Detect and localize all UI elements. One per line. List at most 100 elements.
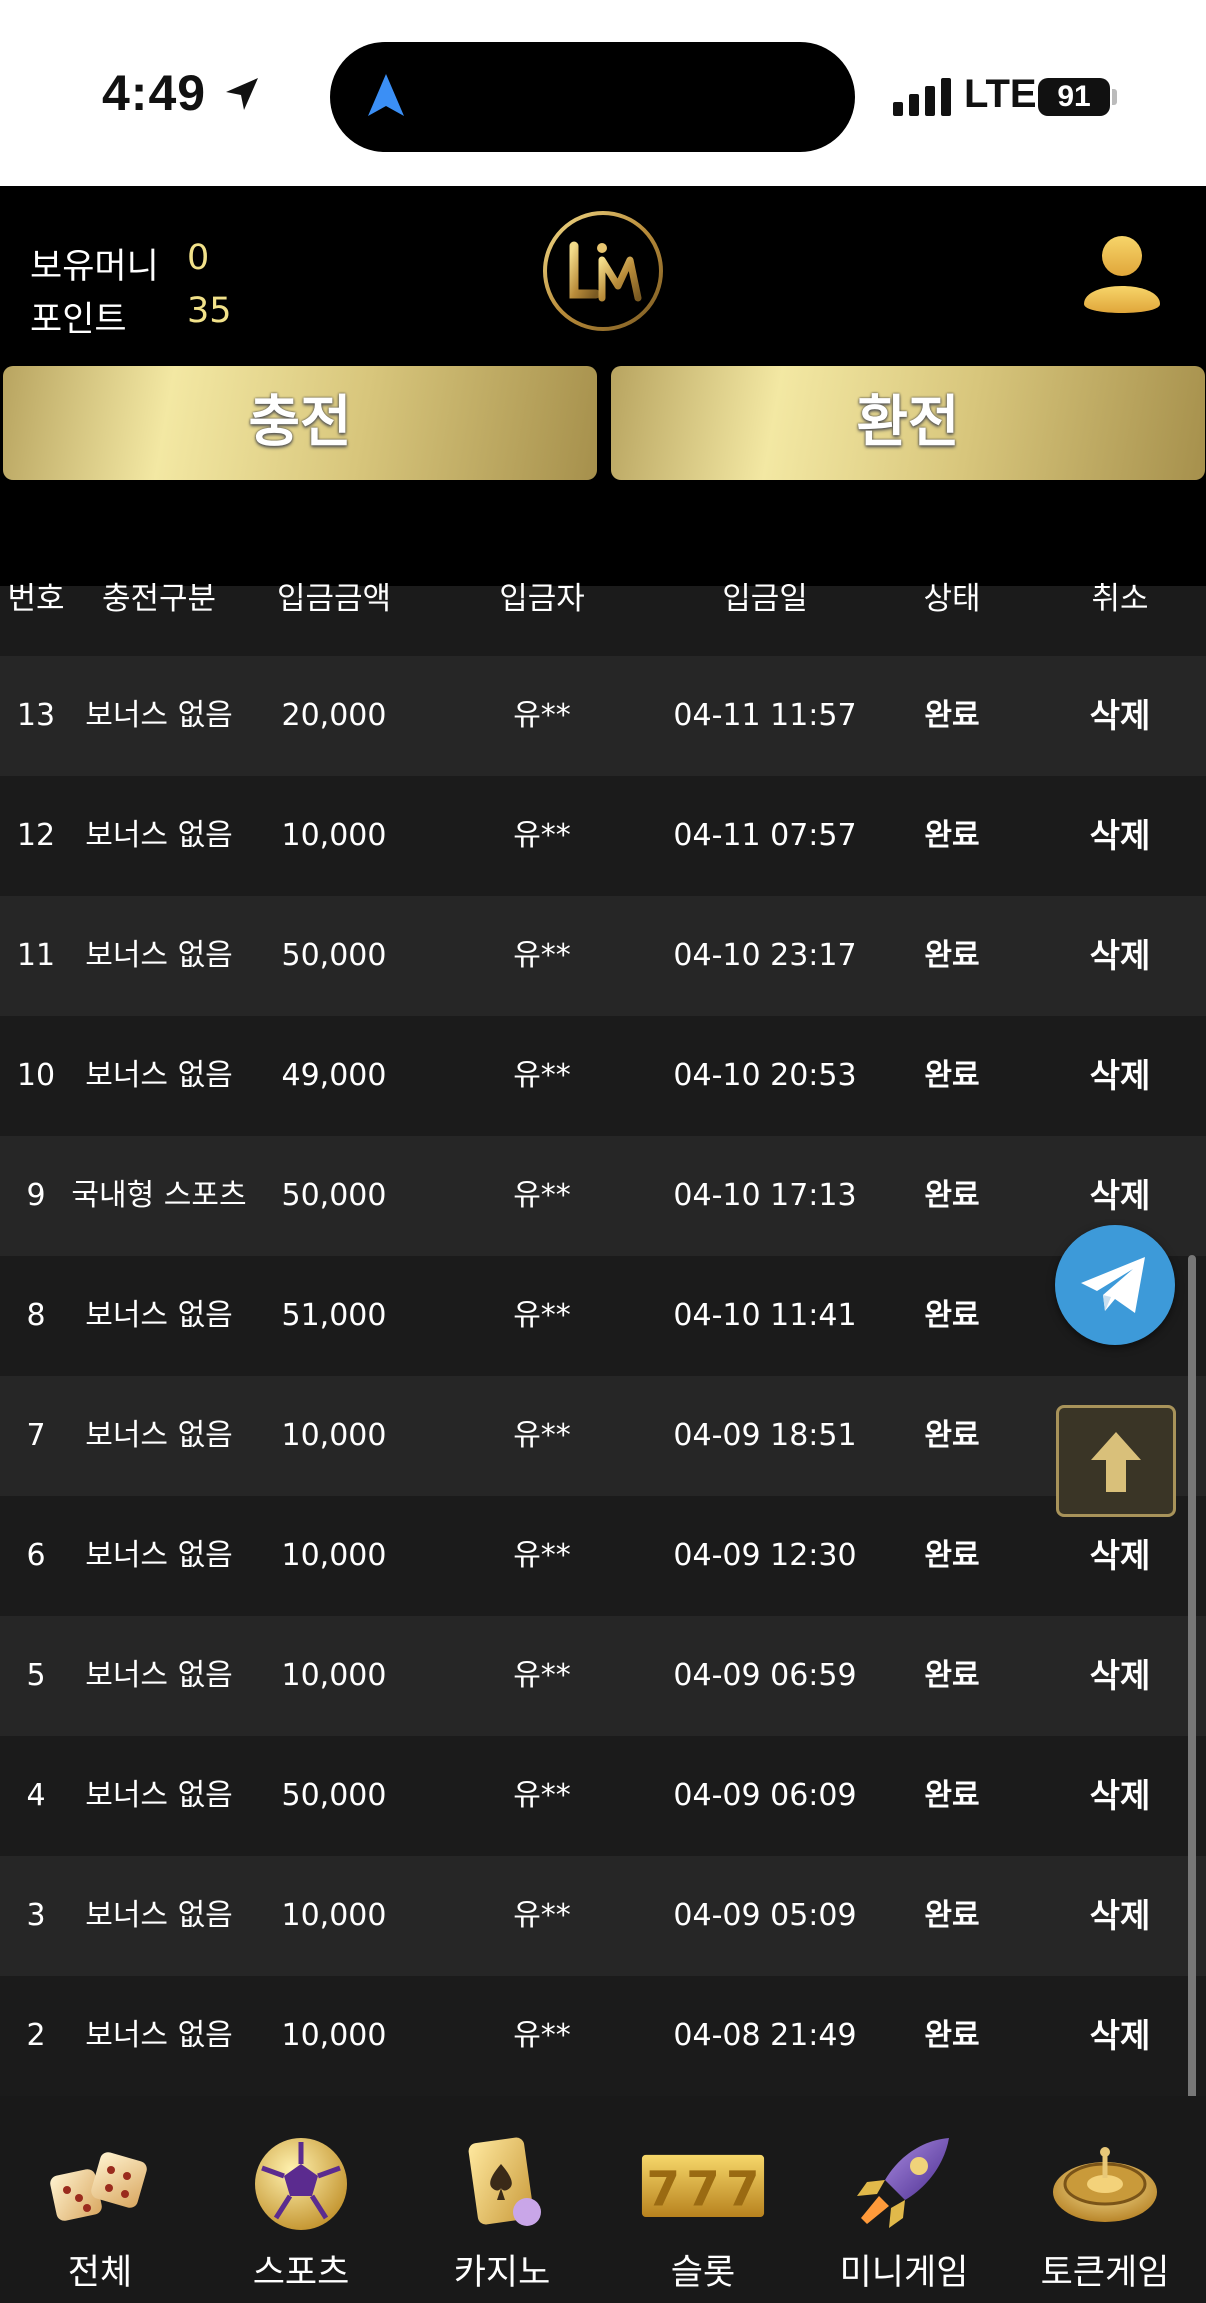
cell-type: 보너스 없음: [85, 1778, 233, 1813]
cell-status: 완료: [924, 1898, 980, 1933]
cell-depositor: 유**: [513, 1418, 571, 1453]
nav-item-casino[interactable]: 카지노: [402, 2096, 602, 2303]
cell-status: 완료: [924, 698, 980, 733]
cell-number: 6: [26, 1538, 46, 1573]
scroll-top-button[interactable]: [1056, 1405, 1176, 1517]
svg-text:7: 7: [646, 2161, 680, 2217]
delete-button[interactable]: 삭제: [1090, 776, 1151, 896]
cell-depositor: 유**: [513, 938, 571, 973]
arrow-up-icon: [1091, 1432, 1141, 1492]
delete-button[interactable]: 삭제: [1090, 1976, 1151, 2096]
table-row: 8 보너스 없음 51,000 유** 04-10 11:41 완료: [0, 1256, 1206, 1376]
table-row: 11 보너스 없음 50,000 유** 04-10 23:17 완료 삭제: [0, 896, 1206, 1016]
cell-type: 보너스 없음: [85, 1538, 233, 1573]
nav-label-tokengame: 토큰게임: [1040, 2253, 1170, 2293]
cell-amount: 10,000: [281, 2018, 387, 2053]
cell-number: 12: [16, 818, 56, 853]
nav-item-slot[interactable]: 7 7 7 슬롯: [603, 2096, 803, 2303]
cell-depositor: 유**: [513, 698, 571, 733]
cell-date: 04-10 11:41: [673, 1298, 857, 1333]
rocket-icon: [857, 2138, 949, 2228]
exchange-button[interactable]: 환전: [611, 366, 1205, 480]
telegram-button[interactable]: [1055, 1225, 1175, 1345]
table-row: 3 보너스 없음 10,000 유** 04-09 05:09 완료 삭제: [0, 1856, 1206, 1976]
table-row: 9 국내형 스포츠 50,000 유** 04-10 17:13 완료 삭제: [0, 1136, 1206, 1256]
nav-item-tokengame[interactable]: 토큰게임: [1005, 2096, 1205, 2303]
cell-type: 보너스 없음: [85, 2018, 233, 2053]
cell-number: 2: [26, 2018, 46, 2053]
cell-date: 04-09 05:09: [673, 1898, 857, 1933]
cell-depositor: 유**: [513, 1658, 571, 1693]
cell-amount: 10,000: [281, 1418, 387, 1453]
nav-item-minigame[interactable]: 미니게임: [804, 2096, 1004, 2303]
cell-number: 7: [26, 1418, 46, 1453]
cell-number: 5: [26, 1658, 46, 1693]
svg-text:7: 7: [726, 2161, 760, 2217]
user-profile-icon[interactable]: [1080, 232, 1164, 316]
scrollbar[interactable]: [1188, 1255, 1196, 2145]
delete-button[interactable]: 삭제: [1090, 896, 1151, 1016]
table-row: 13 보너스 없음 20,000 유** 04-11 11:57 완료 삭제: [0, 656, 1206, 776]
cell-type: 보너스 없음: [85, 1298, 233, 1333]
cell-amount: 50,000: [281, 1178, 387, 1213]
cell-number: 3: [26, 1898, 46, 1933]
cell-date: 04-09 12:30: [673, 1538, 857, 1573]
charge-button[interactable]: 충전: [3, 366, 597, 480]
cell-type: 보너스 없음: [85, 1658, 233, 1693]
battery-tip: [1112, 89, 1117, 105]
status-bar: 4:49 LTE 91: [0, 0, 1206, 186]
cell-type: 보너스 없음: [85, 1058, 233, 1093]
table-row: 4 보너스 없음 50,000 유** 04-09 06:09 완료 삭제: [0, 1736, 1206, 1856]
delete-button[interactable]: 삭제: [1090, 1736, 1151, 1856]
navigation-arrow-icon: [368, 74, 404, 116]
cell-date: 04-09 06:09: [673, 1778, 857, 1813]
balance-label: 보유머니: [30, 247, 159, 287]
cell-depositor: 유**: [513, 1298, 571, 1333]
cell-type: 보너스 없음: [85, 1418, 233, 1453]
points-label: 포인트: [30, 300, 127, 340]
cell-status: 완료: [924, 818, 980, 853]
nav-item-all[interactable]: 전체: [0, 2096, 200, 2303]
cell-depositor: 유**: [513, 1538, 571, 1573]
table-row: 12 보너스 없음 10,000 유** 04-11 07:57 완료 삭제: [0, 776, 1206, 896]
telegram-icon: [1081, 1257, 1145, 1313]
delete-button[interactable]: 삭제: [1090, 656, 1151, 776]
cell-date: 04-09 18:51: [673, 1418, 857, 1453]
table-row: 6 보너스 없음 10,000 유** 04-09 12:30 완료 삭제: [0, 1496, 1206, 1616]
battery-level: 91: [1057, 80, 1091, 113]
cell-depositor: 유**: [513, 2018, 571, 2053]
cell-amount: 50,000: [281, 938, 387, 973]
delete-button[interactable]: 삭제: [1090, 1856, 1151, 1976]
cell-status: 완료: [924, 1658, 980, 1693]
delete-button[interactable]: 삭제: [1090, 1616, 1151, 1736]
cell-number: 9: [26, 1178, 46, 1213]
network-type: LTE: [964, 72, 1037, 116]
col-header-amount: 입금금액: [276, 581, 392, 617]
status-time: 4:49: [102, 65, 207, 121]
cell-number: 11: [16, 938, 56, 973]
cell-amount: 50,000: [281, 1778, 387, 1813]
cell-date: 04-08 21:49: [673, 2018, 857, 2053]
col-header-number: 번호: [7, 581, 65, 617]
cell-status: 완료: [924, 1418, 980, 1453]
cell-status: 완료: [924, 1178, 980, 1213]
delete-button[interactable]: 삭제: [1090, 1016, 1151, 1136]
brand-logo[interactable]: [538, 206, 668, 336]
table-row: 5 보너스 없음 10,000 유** 04-09 06:59 완료 삭제: [0, 1616, 1206, 1736]
cell-status: 완료: [924, 1058, 980, 1093]
cell-amount: 10,000: [281, 818, 387, 853]
cell-date: 04-11 11:57: [673, 698, 857, 733]
cell-depositor: 유**: [513, 1058, 571, 1093]
nav-label-minigame: 미니게임: [839, 2253, 969, 2293]
nav-label-casino: 카지노: [453, 2253, 551, 2293]
table-row: 2 보너스 없음 10,000 유** 04-08 21:49 완료 삭제: [0, 1976, 1206, 2096]
nav-label-sports: 스포츠: [252, 2253, 350, 2293]
slot-777-icon: 7 7 7: [641, 2154, 765, 2217]
cell-date: 04-10 23:17: [673, 938, 857, 973]
dynamic-island: [330, 42, 855, 152]
bottom-navigation: 전체 스포츠 카지노 7 7 7 슬롯 미니게임 토큰게임: [0, 2096, 1206, 2303]
cell-status: 완료: [924, 1298, 980, 1333]
cell-date: 04-11 07:57: [673, 818, 857, 853]
nav-item-sports[interactable]: 스포츠: [201, 2096, 401, 2303]
cell-number: 8: [26, 1298, 46, 1333]
